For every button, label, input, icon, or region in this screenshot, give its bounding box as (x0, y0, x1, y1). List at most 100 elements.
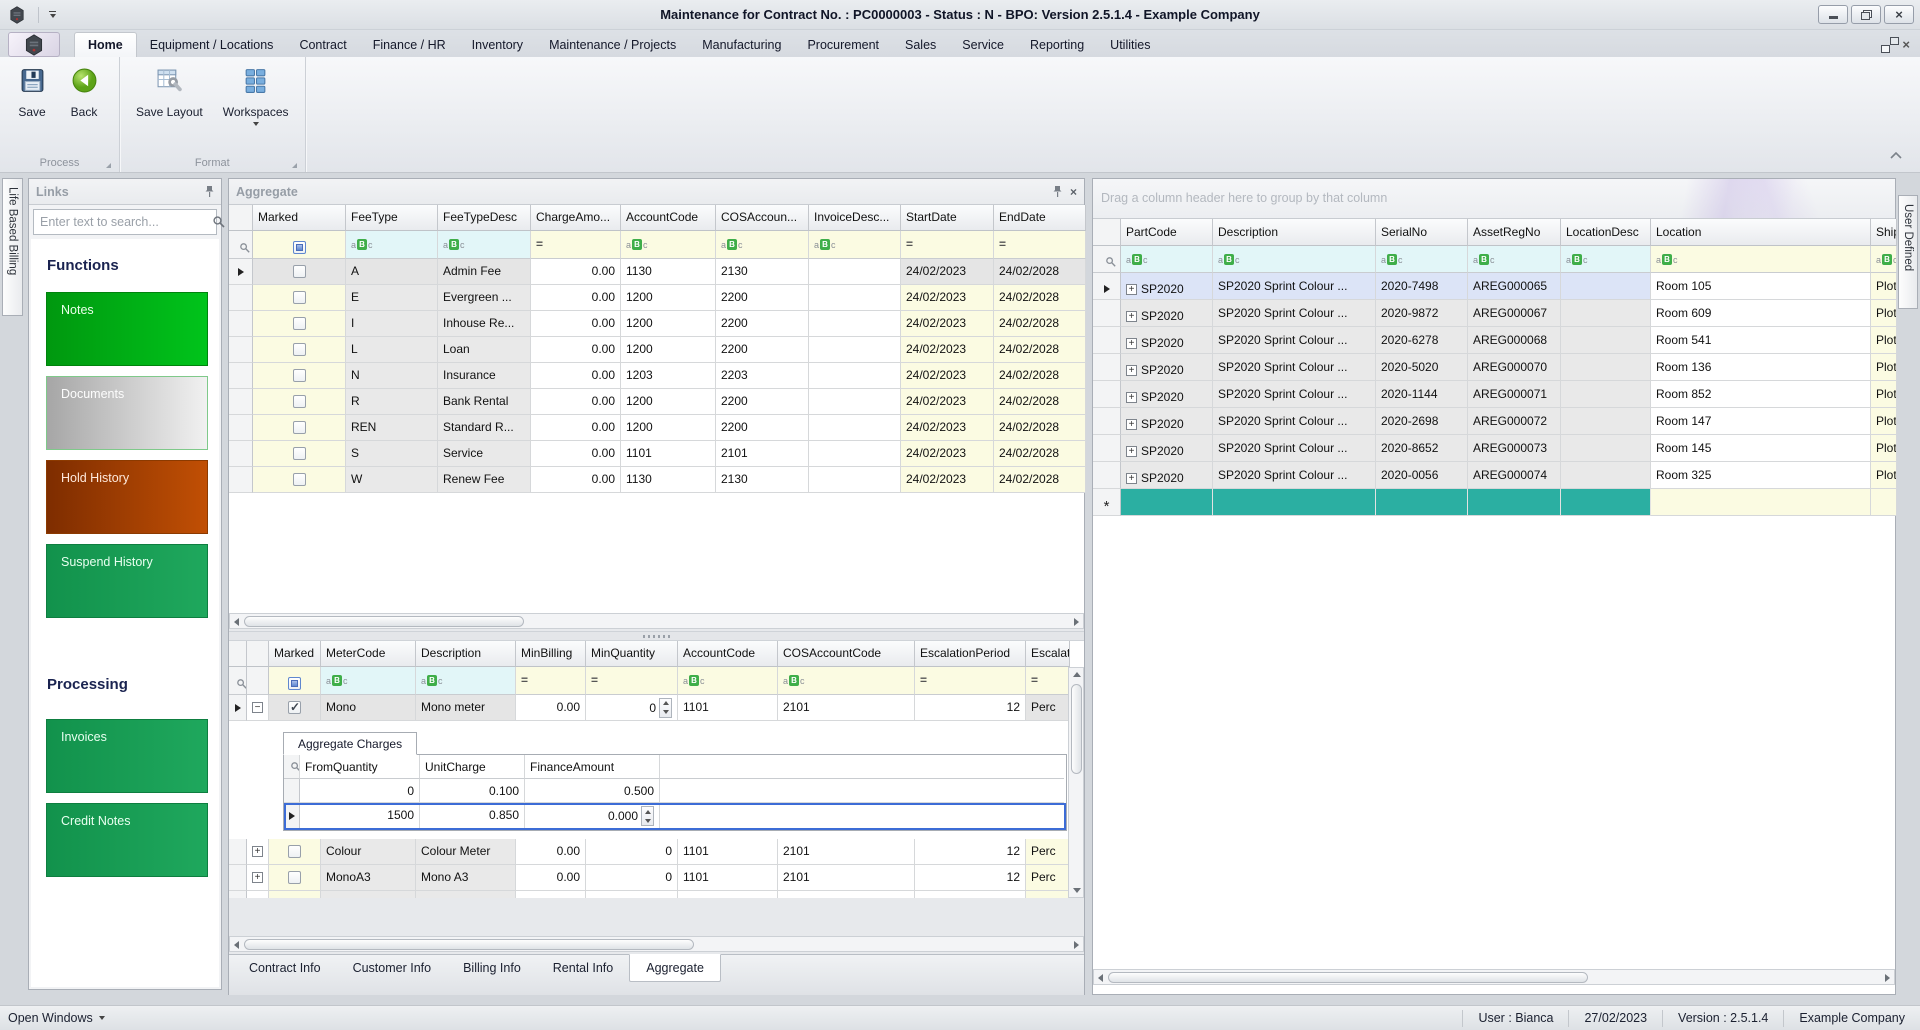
grid-cell[interactable]: 24/02/2023 (901, 415, 994, 441)
checkbox[interactable] (292, 369, 306, 382)
column-header-unitcharge[interactable]: UnitCharge (420, 755, 525, 779)
ribbon-tab-manufacturing[interactable]: Manufacturing (689, 33, 794, 57)
grid-cell[interactable] (809, 311, 901, 337)
table-row[interactable]: + SP2020 SP2020 Sprint Colour ... 2020-7498… (1093, 273, 1897, 300)
grid-cell[interactable]: Plot (1871, 300, 1897, 327)
grid-cell[interactable] (269, 695, 321, 721)
grid-cell[interactable] (253, 415, 346, 441)
table-row[interactable]: R Bank Rental 0.00 1200 2200 24/02/2023 24/02/… (229, 389, 1086, 415)
grid-cell[interactable]: 2200 (716, 389, 809, 415)
filter-cell-metercode[interactable]: aBc (321, 667, 416, 695)
ribbon-tab-maintenance-projects[interactable]: Maintenance / Projects (536, 33, 689, 57)
filter-cell-invoicedesc[interactable]: aBc (809, 231, 901, 259)
expand-icon[interactable]: + (252, 872, 263, 883)
expand-icon[interactable]: + (1126, 364, 1137, 376)
grid-cell[interactable]: 1101 (621, 441, 716, 467)
close-button[interactable]: × (1884, 5, 1914, 24)
minimize-button[interactable] (1818, 5, 1848, 24)
grid-cell[interactable]: Perc (1026, 695, 1070, 721)
grid-cell[interactable]: AREG000065 (1468, 273, 1561, 300)
grid-cell[interactable]: 24/02/2028 (994, 337, 1086, 363)
table-row[interactable]: + SP2020 SP2020 Sprint Colour ... 2020-1144… (1093, 381, 1897, 408)
grid-cell[interactable]: 24/02/2028 (994, 389, 1086, 415)
table-row[interactable]: − MonoMono meter0.00 0 1101210112Perc (229, 695, 1070, 721)
column-header-startdate[interactable]: StartDate (901, 205, 994, 231)
grid-cell[interactable]: N (346, 363, 438, 389)
grid-cell[interactable]: Admin Fee (438, 259, 531, 285)
column-header-feetype[interactable]: FeeType (346, 205, 438, 231)
grid-cell[interactable] (1561, 435, 1651, 462)
grid-cell[interactable]: SP2020 Sprint Colour ... (1213, 273, 1376, 300)
pin-icon[interactable] (205, 186, 214, 197)
expand-icon[interactable]: + (1126, 445, 1137, 457)
grid-cell[interactable]: AREG000072 (1468, 408, 1561, 435)
filter-cell-cosaccountcode[interactable]: aBc (778, 667, 915, 695)
grid-cell[interactable]: Bank Rental (438, 389, 531, 415)
grid-cell[interactable]: 0.00 (516, 839, 586, 865)
grid-cell[interactable]: 24/02/2028 (994, 259, 1086, 285)
ribbon-tab-home[interactable]: Home (74, 32, 137, 57)
save-layout-button[interactable]: Save Layout (126, 61, 213, 154)
grid-cell[interactable]: + SP2020 (1121, 354, 1213, 381)
grid-cell[interactable]: 2020-8652 (1376, 435, 1468, 462)
grid-cell[interactable]: AREG000071 (1468, 381, 1561, 408)
filter-cell-minbilling[interactable]: = (516, 667, 586, 695)
grid-cell[interactable]: A (346, 259, 438, 285)
checkbox[interactable] (288, 845, 301, 858)
grid-cell[interactable]: 0.00 (531, 363, 621, 389)
grid-cell[interactable]: 2203 (716, 363, 809, 389)
ribbon-tab-procurement[interactable]: Procurement (794, 33, 892, 57)
grid-cell[interactable]: 24/02/2028 (994, 363, 1086, 389)
table-row[interactable]: L Loan 0.00 1200 2200 24/02/2023 24/02/2028 (229, 337, 1086, 363)
expand-icon[interactable]: + (1126, 310, 1137, 322)
column-header-metercode[interactable]: MeterCode (321, 641, 416, 667)
grid-cell[interactable]: SP2020 Sprint Colour ... (1213, 462, 1376, 489)
grid-cell[interactable]: 0.00 (531, 467, 621, 493)
link-button-notes[interactable]: Notes (46, 292, 208, 366)
filter-cell-minquantity[interactable]: = (586, 667, 678, 695)
grid-cell[interactable]: Room 325 (1651, 462, 1871, 489)
ribbon-tab-service[interactable]: Service (949, 33, 1017, 57)
link-button-documents[interactable]: Documents (46, 376, 208, 450)
column-header-description[interactable]: Description (1213, 219, 1376, 246)
detail-row[interactable]: 1500 0.850 0.000 (284, 803, 1066, 830)
spinner-down-icon[interactable] (642, 816, 653, 825)
grid-cell[interactable]: AREG000074 (1468, 462, 1561, 489)
grid-cell[interactable]: + SP2020 (1121, 273, 1213, 300)
table-row[interactable]: E Evergreen ... 0.00 1200 2200 24/02/2023 24/0… (229, 285, 1086, 311)
grid-cell[interactable]: SP2020 Sprint Colour ... (1213, 300, 1376, 327)
grid-cell[interactable]: 24/02/2023 (901, 285, 994, 311)
grid-cell[interactable] (253, 311, 346, 337)
grid-cell[interactable]: Room 147 (1651, 408, 1871, 435)
grid-cell[interactable]: Insurance (438, 363, 531, 389)
new-row-cell[interactable] (1561, 489, 1651, 516)
document-close-button[interactable]: × (1902, 36, 1910, 54)
quantity-stepper[interactable] (641, 806, 654, 826)
tab-user-defined[interactable]: User Defined (1898, 195, 1918, 309)
grid-cell[interactable]: 1500 (300, 803, 420, 830)
grid-cell[interactable]: 0.00 (531, 285, 621, 311)
expand-icon[interactable]: + (1126, 337, 1137, 349)
dialog-launcher-icon[interactable] (106, 163, 111, 168)
grid-cell[interactable]: Plot (1871, 435, 1897, 462)
table-row[interactable]: N Insurance 0.00 1203 2203 24/02/2023 24/02/20… (229, 363, 1086, 389)
ribbon-tab-finance-hr[interactable]: Finance / HR (360, 33, 459, 57)
grid-cell[interactable]: 0.00 (531, 259, 621, 285)
open-windows-button[interactable]: Open Windows (8, 1011, 105, 1025)
grid-cell[interactable] (1561, 354, 1651, 381)
search-icon[interactable] (213, 216, 225, 228)
grid-cell[interactable]: Mono (321, 695, 416, 721)
grid-cell[interactable]: 0.00 (516, 865, 586, 891)
grid-cell[interactable]: 2020-9872 (1376, 300, 1468, 327)
table-row[interactable]: S Service 0.00 1101 2101 24/02/2023 24/02/2028 (229, 441, 1086, 467)
grid-cell[interactable]: Evergreen ... (438, 285, 531, 311)
grid-cell[interactable]: 24/02/2023 (901, 467, 994, 493)
column-header-minquantity[interactable]: MinQuantity (586, 641, 678, 667)
grid-cell[interactable]: 2200 (716, 415, 809, 441)
checkbox[interactable] (292, 395, 306, 408)
grid-cell[interactable]: 1130 (621, 259, 716, 285)
grid-cell[interactable]: 1200 (621, 337, 716, 363)
grid-cell[interactable]: 2101 (778, 839, 915, 865)
ribbon-tab-utilities[interactable]: Utilities (1097, 33, 1163, 57)
checkbox[interactable] (292, 241, 306, 254)
